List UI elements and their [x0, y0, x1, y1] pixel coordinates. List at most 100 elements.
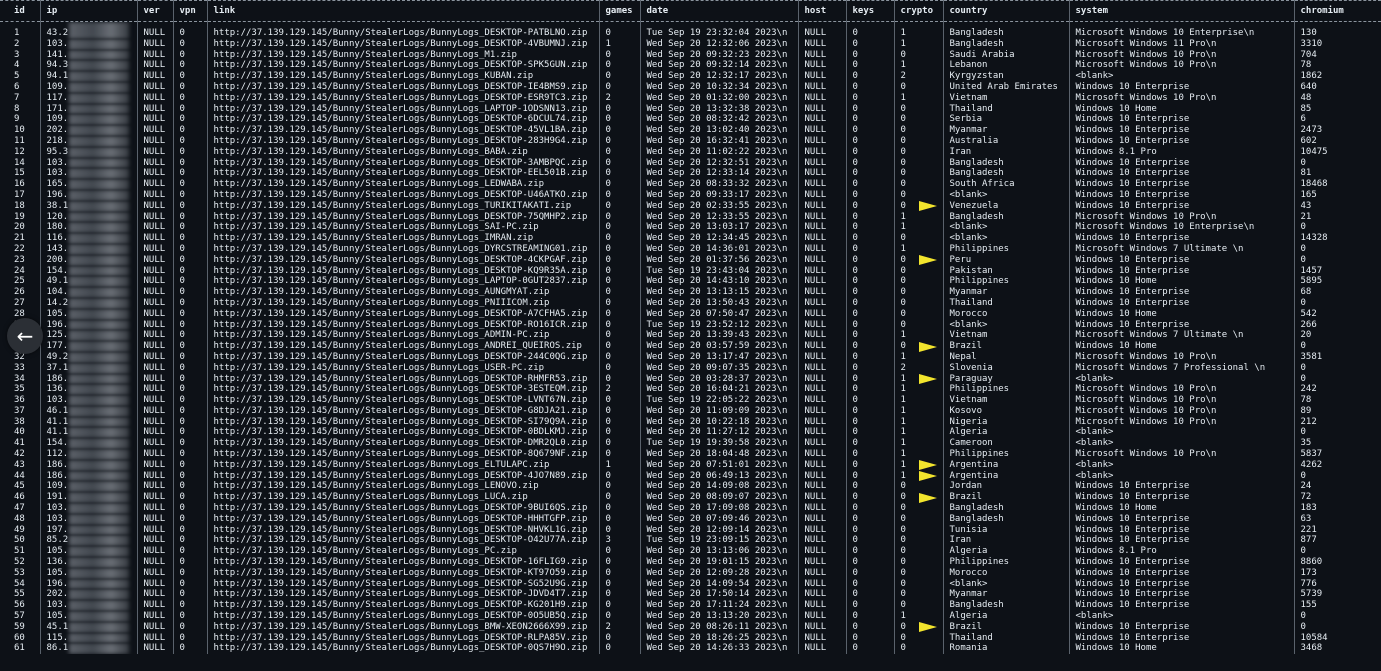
table-row[interactable]: 57 105. NULL 0 http://37.139.129.145/Bunny/S…: [0, 611, 1381, 622]
table-row[interactable]: 41 154. NULL 0 http://37.139.129.145/Bunny/S…: [0, 438, 1381, 450]
cell-ver: NULL: [136, 146, 173, 158]
table-row[interactable]: 28 105. NULL 0 http://37.139.129.145/Bunny/S…: [0, 308, 1381, 320]
cell-system: Windows 10 Home: [1068, 341, 1294, 352]
cell-host: NULL: [797, 125, 846, 136]
table-row[interactable]: 43 186. NULL 0 http://37.139.129.145/Bunny/S…: [0, 459, 1381, 471]
table-row[interactable]: 35 136. NULL 0 http://37.139.129.145/Bunny/S…: [0, 384, 1381, 396]
table-row[interactable]: 45 109. NULL 0 http://37.139.129.145/Bunny/S…: [0, 481, 1381, 493]
column-header-ip[interactable]: ip: [39, 0, 137, 22]
table-row[interactable]: 30125.NULL0http://37.139.129.145/Bunny/S…: [0, 330, 1381, 342]
table-row[interactable]: 25 49.1 NULL 0 http://37.139.129.145/Bunny/S…: [0, 276, 1381, 288]
redaction-blur: [68, 438, 129, 450]
column-header-host[interactable]: host: [797, 0, 846, 22]
column-header-country[interactable]: country: [942, 0, 1069, 22]
cell-keys: 0: [845, 222, 894, 234]
table-row[interactable]: 34 186. NULL 0 http://37.139.129.145/Bunny/S…: [0, 373, 1381, 385]
table-row[interactable]: 48 103. NULL 0 http://37.139.129.145/Bunny/S…: [0, 513, 1381, 525]
table-row[interactable]: 9 109. NULL 0 http://37.139.129.145/Bunny/St…: [0, 114, 1381, 126]
table-row[interactable]: 51 105. NULL 0 http://37.139.129.145/Bunny/S…: [0, 546, 1381, 558]
table-row[interactable]: 26 104. NULL 0 http://37.139.129.145/Bunny/S…: [0, 287, 1381, 298]
cell-host: NULL: [797, 524, 846, 536]
table-row[interactable]: 11 218. NULL 0 http://37.139.129.145/Bunny/S…: [0, 135, 1381, 147]
ip-value: 136.: [46, 557, 69, 568]
column-header-keys[interactable]: keys: [845, 0, 894, 22]
column-header-ver[interactable]: ver: [136, 0, 173, 22]
table-row[interactable]: 19 120. NULL 0 http://37.139.129.145/Bunny/S…: [0, 211, 1381, 223]
cell-games: 2: [598, 384, 640, 396]
table-row[interactable]: 14 103. NULL 0 http://37.139.129.145/Bunny/S…: [0, 157, 1381, 169]
cell-date: Wed Sep 20 14:43:10 2023\n: [639, 276, 798, 288]
table-row[interactable]: 2 103. NULL 0 http://37.139.129.145/Bunny/St…: [0, 38, 1381, 50]
table-row[interactable]: 20 180. NULL 0 http://37.139.129.145/Bunny/S…: [0, 222, 1381, 234]
table-row[interactable]: 24 154. NULL 0 http://37.139.129.145/Bunny/S…: [0, 265, 1381, 277]
table-row[interactable]: 27 14.2 NULL 0 http://37.139.129.145/Bunny/S…: [0, 297, 1381, 309]
table-row[interactable]: 4 94.3 NULL 0 http://37.139.129.145/Bunny/St…: [0, 60, 1381, 72]
table-row[interactable]: 46 191. NULL 0 http://37.139.129.145/Bunny/S…: [0, 492, 1381, 504]
column-header-system[interactable]: system: [1068, 0, 1294, 22]
table-row[interactable]: 37 46.1 NULL 0 http://37.139.129.145/Bunny/S…: [0, 405, 1381, 417]
table-row[interactable]: 7 117. NULL 0 http://37.139.129.145/Bunny/St…: [0, 92, 1381, 104]
ip-value: 154.: [46, 265, 69, 276]
table-row[interactable]: 40 41.1 NULL 0 http://37.139.129.145/Bunny/S…: [0, 427, 1381, 439]
table-row[interactable]: 36 103. NULL 0 http://37.139.129.145/Bunny/S…: [0, 395, 1381, 406]
ip-value: 105.: [46, 611, 69, 622]
cell-ip: 105.: [39, 567, 137, 579]
table-row[interactable]: 44 186. NULL 0 http://37.139.129.145/Bunny/S…: [0, 470, 1381, 482]
table-row[interactable]: 16 165. NULL 0 http://37.139.129.145/Bunny/S…: [0, 179, 1381, 190]
table-row[interactable]: 49 197. NULL 0 http://37.139.129.145/Bunny/S…: [0, 524, 1381, 536]
cell-id: 50: [14, 535, 25, 546]
column-header-vpn[interactable]: vpn: [172, 0, 207, 22]
table-body: 1 43.2 NULL 0 http://37.139.129.145/Bunny/St…: [0, 21, 1381, 655]
table-row[interactable]: 42 112. NULL 0 http://37.139.129.145/Bunny/S…: [0, 449, 1381, 460]
table-row[interactable]: 52 136. NULL 0 http://37.139.129.145/Bunny/S…: [0, 557, 1381, 568]
column-header-date[interactable]: date: [639, 0, 798, 22]
table-row[interactable]: 31177.NULL0http://37.139.129.145/Bunny/S…: [0, 341, 1381, 352]
cell-ip: 103.: [39, 395, 137, 406]
ip-value: 95.3: [46, 146, 69, 157]
ip-value: 37.1: [46, 362, 69, 373]
cell-system: Windows 10 Enterprise: [1068, 600, 1294, 612]
table-row[interactable]: 10 202. NULL 0 http://37.139.129.145/Bunny/S…: [0, 125, 1381, 136]
redaction-blur: [68, 233, 129, 244]
table-row[interactable]: 55 202. NULL 0 http://37.139.129.145/Bunny/S…: [0, 589, 1381, 601]
table-row[interactable]: 61 86.1 NULL 0 http://37.139.129.145/Bunny/S…: [0, 643, 1381, 655]
column-header-games[interactable]: games: [598, 0, 640, 22]
table-row[interactable]: 1 43.2 NULL 0 http://37.139.129.145/Bunny/St…: [0, 21, 1381, 39]
table-row[interactable]: 8 171. NULL 0 http://37.139.129.145/Bunny/St…: [0, 103, 1381, 115]
table-row[interactable]: 5 94.1 NULL 0 http://37.139.129.145/Bunny/St…: [0, 71, 1381, 82]
column-header-crypto[interactable]: crypto: [893, 0, 943, 22]
table-row[interactable]: 59 45.1 NULL 0 http://37.139.129.145/Bunny/S…: [0, 621, 1381, 633]
table-row[interactable]: 50 85.2 NULL 0 http://37.139.129.145/Bunny/S…: [0, 535, 1381, 547]
table-row[interactable]: 53 105. NULL 0 http://37.139.129.145/Bunny/S…: [0, 567, 1381, 579]
table-row[interactable]: 6 109. NULL 0 http://37.139.129.145/Bunny/St…: [0, 81, 1381, 93]
column-header-id[interactable]: id: [0, 0, 40, 22]
table-row[interactable]: 60 115. NULL 0 http://37.139.129.145/Bunny/S…: [0, 632, 1381, 644]
table-row[interactable]: 32 49.2 NULL 0 http://37.139.129.145/Bunny/S…: [0, 351, 1381, 363]
table-row[interactable]: 33 37.1 NULL 0 http://37.139.129.145/Bunny/S…: [0, 362, 1381, 374]
redaction-blur: [68, 319, 129, 331]
cell-system: Microsoft Windows 11 Pro\n: [1068, 38, 1294, 50]
table-row[interactable]: 47 103. NULL 0 http://37.139.129.145/Bunny/S…: [0, 503, 1381, 514]
column-header-chromium[interactable]: chromium: [1293, 0, 1381, 22]
yellow-arrow-icon: [919, 471, 937, 482]
back-button[interactable]: ←: [7, 318, 43, 354]
cell-games: 0: [598, 395, 640, 406]
table-row[interactable]: 38 41.1 NULL 0 http://37.139.129.145/Bunny/S…: [0, 416, 1381, 428]
cell-ver: NULL: [136, 254, 173, 266]
table-row[interactable]: 29196.NULL0http://37.139.129.145/Bunny/S…: [0, 319, 1381, 331]
ip-value: 86.1: [46, 643, 69, 654]
cell-ip: 104.: [39, 287, 137, 298]
table-row[interactable]: 56 103. NULL 0 http://37.139.129.145/Bunny/S…: [0, 600, 1381, 612]
table-row[interactable]: 12 95.3 NULL 0 http://37.139.129.145/Bunny/S…: [0, 146, 1381, 158]
table-row[interactable]: 18 38.1 NULL 0 http://37.139.129.145/Bunny/S…: [0, 200, 1381, 212]
table-row[interactable]: 15 103. NULL 0 http://37.139.129.145/Bunny/S…: [0, 168, 1381, 180]
table-row[interactable]: 22 143. NULL 0 http://37.139.129.145/Bunny/S…: [0, 243, 1381, 255]
ip-value: 112.: [46, 449, 69, 460]
table-row[interactable]: 54 196. NULL 0 http://37.139.129.145/Bunny/S…: [0, 578, 1381, 590]
table-row[interactable]: 17 196. NULL 0 http://37.139.129.145/Bunny/S…: [0, 189, 1381, 201]
column-header-link[interactable]: link: [206, 0, 599, 22]
table-row[interactable]: 3 141. NULL 0 http://37.139.129.145/Bunny/St…: [0, 49, 1381, 61]
cell-chromium: 155: [1293, 600, 1381, 612]
table-row[interactable]: 21 116. NULL 0 http://37.139.129.145/Bunny/S…: [0, 233, 1381, 244]
table-row[interactable]: 23 200. NULL 0 http://37.139.129.145/Bunny/S…: [0, 254, 1381, 266]
